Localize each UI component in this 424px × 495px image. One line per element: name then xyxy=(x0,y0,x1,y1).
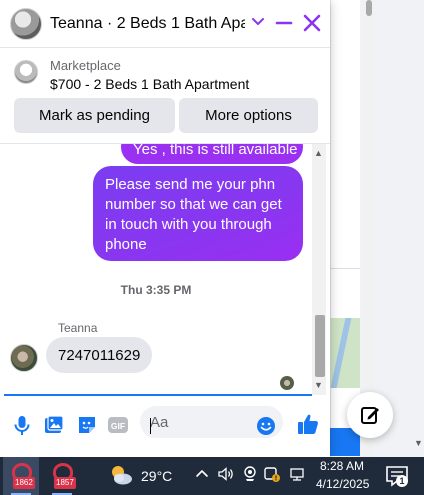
taskbar-app[interactable]: 1862 xyxy=(3,457,39,495)
text-caret xyxy=(150,418,151,434)
compose-icon xyxy=(361,407,379,424)
emoji-icon[interactable] xyxy=(256,416,276,436)
page-scroll-down-arrow[interactable]: ▼ xyxy=(414,438,423,448)
weather-temperature[interactable]: 29°C xyxy=(141,468,172,484)
listing-label: Marketplace xyxy=(50,58,121,73)
chat-title[interactable]: Teanna · 2 Beds 1 Bath Apa... xyxy=(50,15,245,33)
mark-as-pending-button[interactable]: Mark as pending xyxy=(14,98,175,133)
listing-title[interactable]: $700 - 2 Beds 1 Bath Apartment xyxy=(50,76,249,92)
outgoing-message[interactable]: Yes , this is still available xyxy=(121,144,303,164)
app-badge: 1857 xyxy=(54,477,76,489)
page-scrollbar[interactable] xyxy=(364,0,374,457)
svg-text:GIF: GIF xyxy=(111,421,125,431)
chat-window: Teanna · 2 Beds 1 Bath Apa... Marketplac… xyxy=(0,0,330,457)
close-icon[interactable] xyxy=(301,12,323,34)
sender-name: Teanna xyxy=(58,321,98,335)
page-scrollbar-thumb[interactable] xyxy=(366,0,372,16)
more-options-button[interactable]: More options xyxy=(179,98,318,133)
taskbar-app[interactable]: 1857 xyxy=(44,457,80,495)
incoming-message[interactable]: 7247011629 xyxy=(46,337,153,373)
background-panel xyxy=(330,0,360,457)
outgoing-message[interactable]: Please send me your phn number so that w… xyxy=(93,166,303,261)
gif-icon[interactable]: GIF xyxy=(107,414,129,436)
chat-scrollbar-thumb[interactable] xyxy=(315,315,325,377)
chat-scroll-down-arrow[interactable]: ▼ xyxy=(314,380,323,390)
chat-header: Teanna · 2 Beds 1 Bath Apa... xyxy=(0,0,330,48)
weather-icon[interactable] xyxy=(108,463,134,487)
message-composer: GIF xyxy=(0,396,330,457)
message-list: Yes , this is still available Please sen… xyxy=(0,144,312,395)
sticker-icon[interactable] xyxy=(76,414,98,436)
contact-avatar[interactable] xyxy=(10,8,42,40)
security-warning-icon[interactable] xyxy=(263,465,281,483)
chat-scroll-up-arrow[interactable]: ▲ xyxy=(314,148,323,158)
chevron-up-icon[interactable] xyxy=(193,465,211,483)
microphone-icon[interactable] xyxy=(11,414,33,436)
notification-count: 1 xyxy=(396,475,408,487)
volume-icon[interactable] xyxy=(217,465,235,483)
network-icon[interactable] xyxy=(289,465,307,483)
new-message-button[interactable] xyxy=(347,392,393,438)
chevron-down-icon[interactable] xyxy=(250,13,266,29)
listing-card: Marketplace $700 - 2 Beds 1 Bath Apartme… xyxy=(0,48,330,144)
message-timestamp: Thu 3:35 PM xyxy=(120,283,192,297)
minimize-icon[interactable] xyxy=(274,13,294,33)
read-receipt-avatar xyxy=(280,376,294,390)
background-divider xyxy=(330,268,360,269)
camera-icon[interactable] xyxy=(241,465,259,483)
clock-time[interactable]: 8:28 AM xyxy=(320,459,364,473)
listing-thumbnail[interactable] xyxy=(14,60,38,84)
photo-icon[interactable] xyxy=(43,414,65,436)
app-badge: 1862 xyxy=(13,477,35,489)
clock-date[interactable]: 4/12/2025 xyxy=(316,477,369,491)
sender-avatar[interactable] xyxy=(10,344,38,372)
thumbs-up-icon[interactable] xyxy=(296,412,320,436)
